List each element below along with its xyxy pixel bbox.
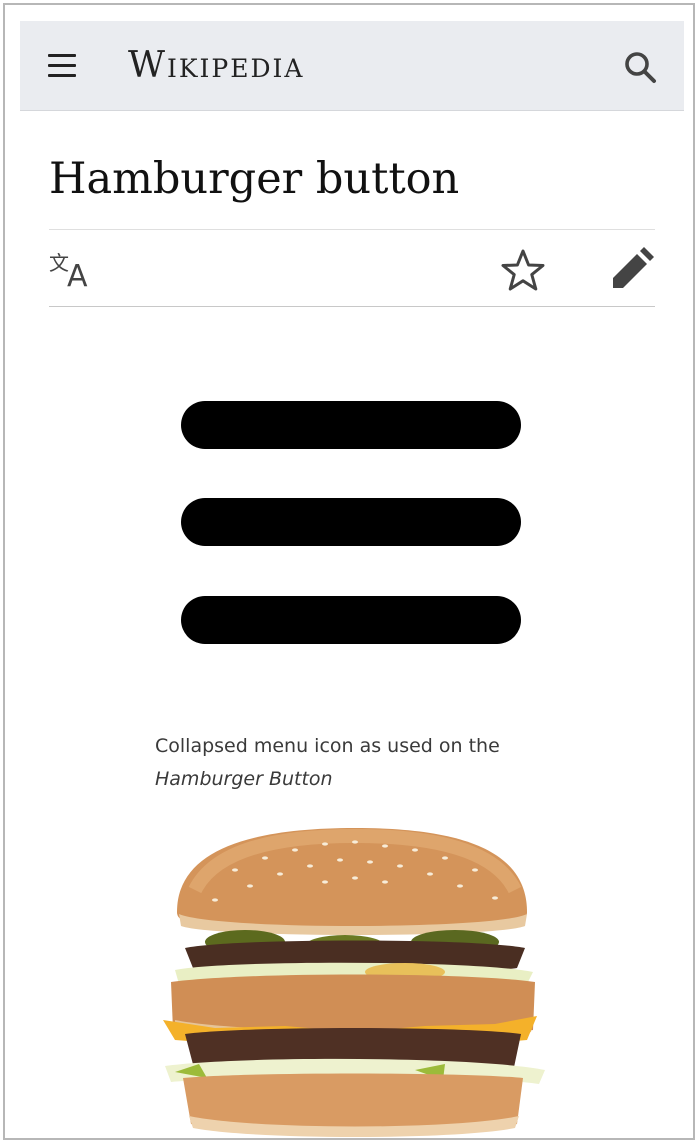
search-button[interactable] <box>622 49 658 85</box>
hamburger-bar-bottom <box>181 596 521 644</box>
watch-star-button[interactable] <box>499 248 547 292</box>
wikipedia-wordmark[interactable]: Wikipedia <box>128 43 304 89</box>
hamburger-bar-top <box>181 401 521 449</box>
pencil-icon <box>613 247 654 288</box>
page-frame: Wikipedia Hamburger button 文 A Collapsed… <box>3 3 695 1140</box>
search-icon <box>625 52 656 83</box>
language-icon: 文 A <box>49 251 88 294</box>
menu-bar-top <box>48 54 76 57</box>
page-actions-bar: 文 A <box>49 229 655 307</box>
svg-text:A: A <box>67 259 88 288</box>
caption-text: Collapsed menu icon as used on the <box>155 735 500 757</box>
page-title: Hamburger button <box>49 154 460 204</box>
svg-text:文: 文 <box>49 251 69 275</box>
star-icon <box>501 249 545 291</box>
header-bar: Wikipedia <box>20 21 684 111</box>
menu-bar-middle <box>48 64 76 67</box>
hamburger-bar-middle <box>181 498 521 546</box>
hamburger-photo <box>163 828 545 1137</box>
figure-caption: Collapsed menu icon as used on the Hambu… <box>155 730 575 796</box>
edit-button[interactable] <box>607 246 655 292</box>
caption-link[interactable]: Hamburger Button <box>155 768 333 790</box>
main-menu-button[interactable] <box>42 48 82 84</box>
menu-bar-bottom <box>48 74 76 77</box>
hamburger-menu-icon <box>181 401 521 645</box>
language-button[interactable]: 文 A <box>49 248 97 294</box>
